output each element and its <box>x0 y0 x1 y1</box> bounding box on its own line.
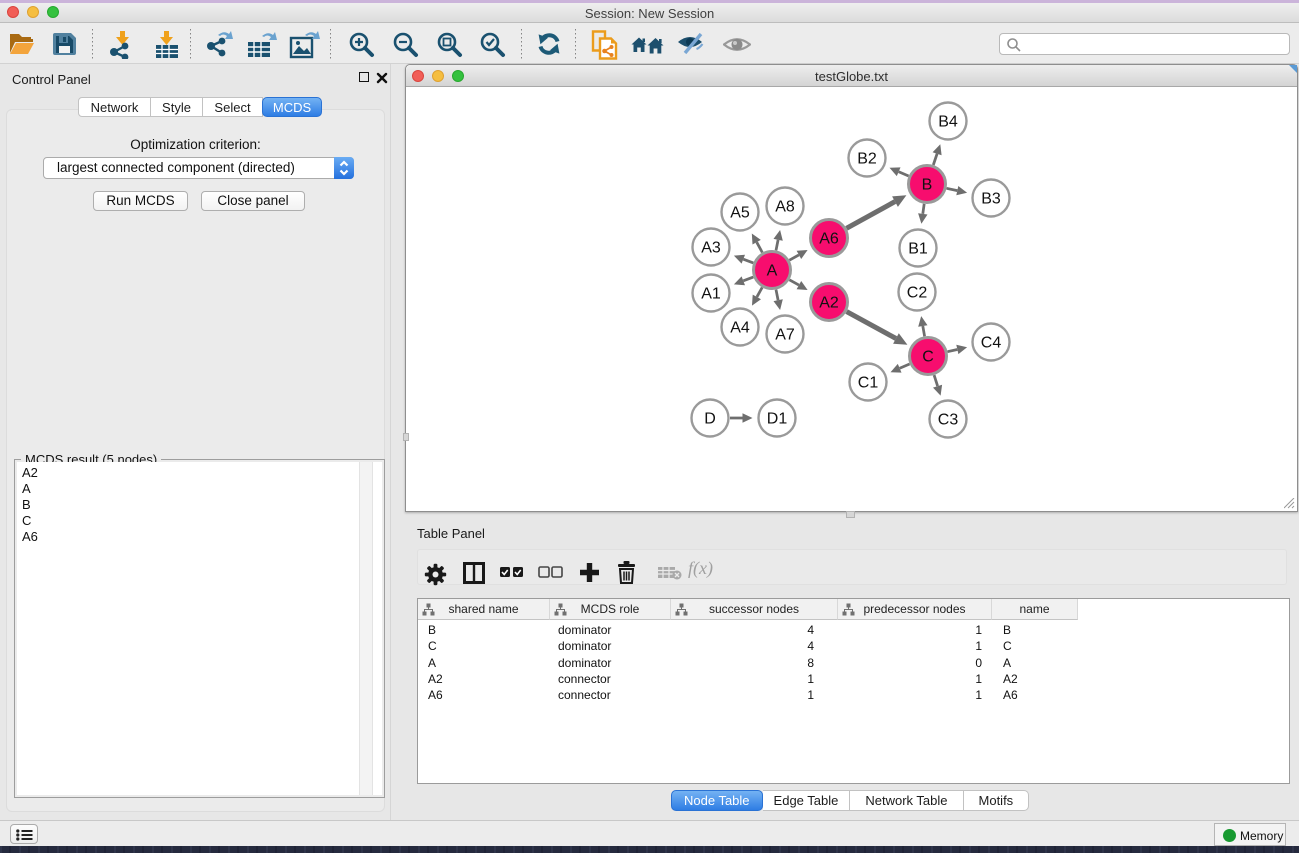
svg-text:C2: C2 <box>907 285 928 302</box>
svg-text:A7: A7 <box>775 327 795 344</box>
svg-text:B: B <box>922 177 933 194</box>
svg-text:A1: A1 <box>701 286 721 303</box>
svg-text:A: A <box>767 263 778 280</box>
svg-text:B4: B4 <box>938 114 958 131</box>
svg-text:B3: B3 <box>981 191 1001 208</box>
svg-text:B1: B1 <box>908 241 928 258</box>
svg-text:A6: A6 <box>819 231 839 248</box>
svg-text:A2: A2 <box>819 295 839 312</box>
svg-text:A5: A5 <box>730 205 750 222</box>
svg-text:A3: A3 <box>701 240 721 257</box>
svg-text:C3: C3 <box>938 412 959 429</box>
svg-text:C: C <box>922 349 934 366</box>
svg-text:D1: D1 <box>767 411 788 428</box>
svg-text:A4: A4 <box>730 320 750 337</box>
svg-text:C1: C1 <box>858 375 879 392</box>
svg-text:B2: B2 <box>857 151 877 168</box>
svg-text:C4: C4 <box>981 335 1002 352</box>
svg-text:A8: A8 <box>775 199 795 216</box>
svg-text:D: D <box>704 411 716 428</box>
